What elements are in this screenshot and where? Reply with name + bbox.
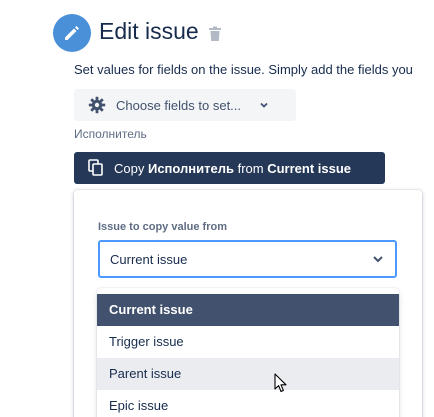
gear-icon	[88, 96, 106, 114]
menu-option-epic-issue[interactable]: Epic issue	[97, 390, 399, 417]
select-value: Current issue	[110, 251, 188, 267]
chevron-down-icon	[259, 100, 269, 110]
copy-middle: from	[233, 160, 268, 176]
menu-option-trigger-issue[interactable]: Trigger issue	[97, 326, 399, 358]
copy-source-name: Current issue	[267, 160, 352, 176]
menu-option-current-issue[interactable]: Current issue	[97, 294, 399, 326]
issue-source-label: Issue to copy value from	[98, 221, 227, 233]
copy-prefix: Copy	[114, 160, 148, 176]
page-title: Edit issue	[99, 18, 199, 44]
pencil-icon	[53, 14, 91, 52]
copy-field-button[interactable]: Copy Исполнитель from Current issue	[74, 152, 385, 184]
mouse-pointer-icon	[274, 373, 288, 393]
menu-option-parent-issue[interactable]: Parent issue	[97, 358, 399, 390]
choose-fields-label: Choose fields to set...	[116, 97, 242, 113]
copy-button-label: Copy Исполнитель from Current issue	[114, 161, 351, 176]
copy-icon	[88, 159, 104, 177]
issue-source-dropdown-menu: Current issue Trigger issue Parent issue…	[97, 288, 399, 417]
trash-icon[interactable]	[208, 26, 222, 42]
choose-fields-button[interactable]: Choose fields to set...	[74, 89, 296, 121]
edit-issue-panel: Edit issue Set values for fields on the …	[0, 0, 434, 417]
field-label: Исполнитель	[74, 127, 147, 141]
copy-field-name: Исполнитель	[147, 160, 234, 176]
issue-source-select[interactable]: Current issue	[98, 240, 397, 278]
description-text: Set values for fields on the issue. Simp…	[74, 62, 413, 77]
chevron-down-icon	[371, 252, 385, 266]
